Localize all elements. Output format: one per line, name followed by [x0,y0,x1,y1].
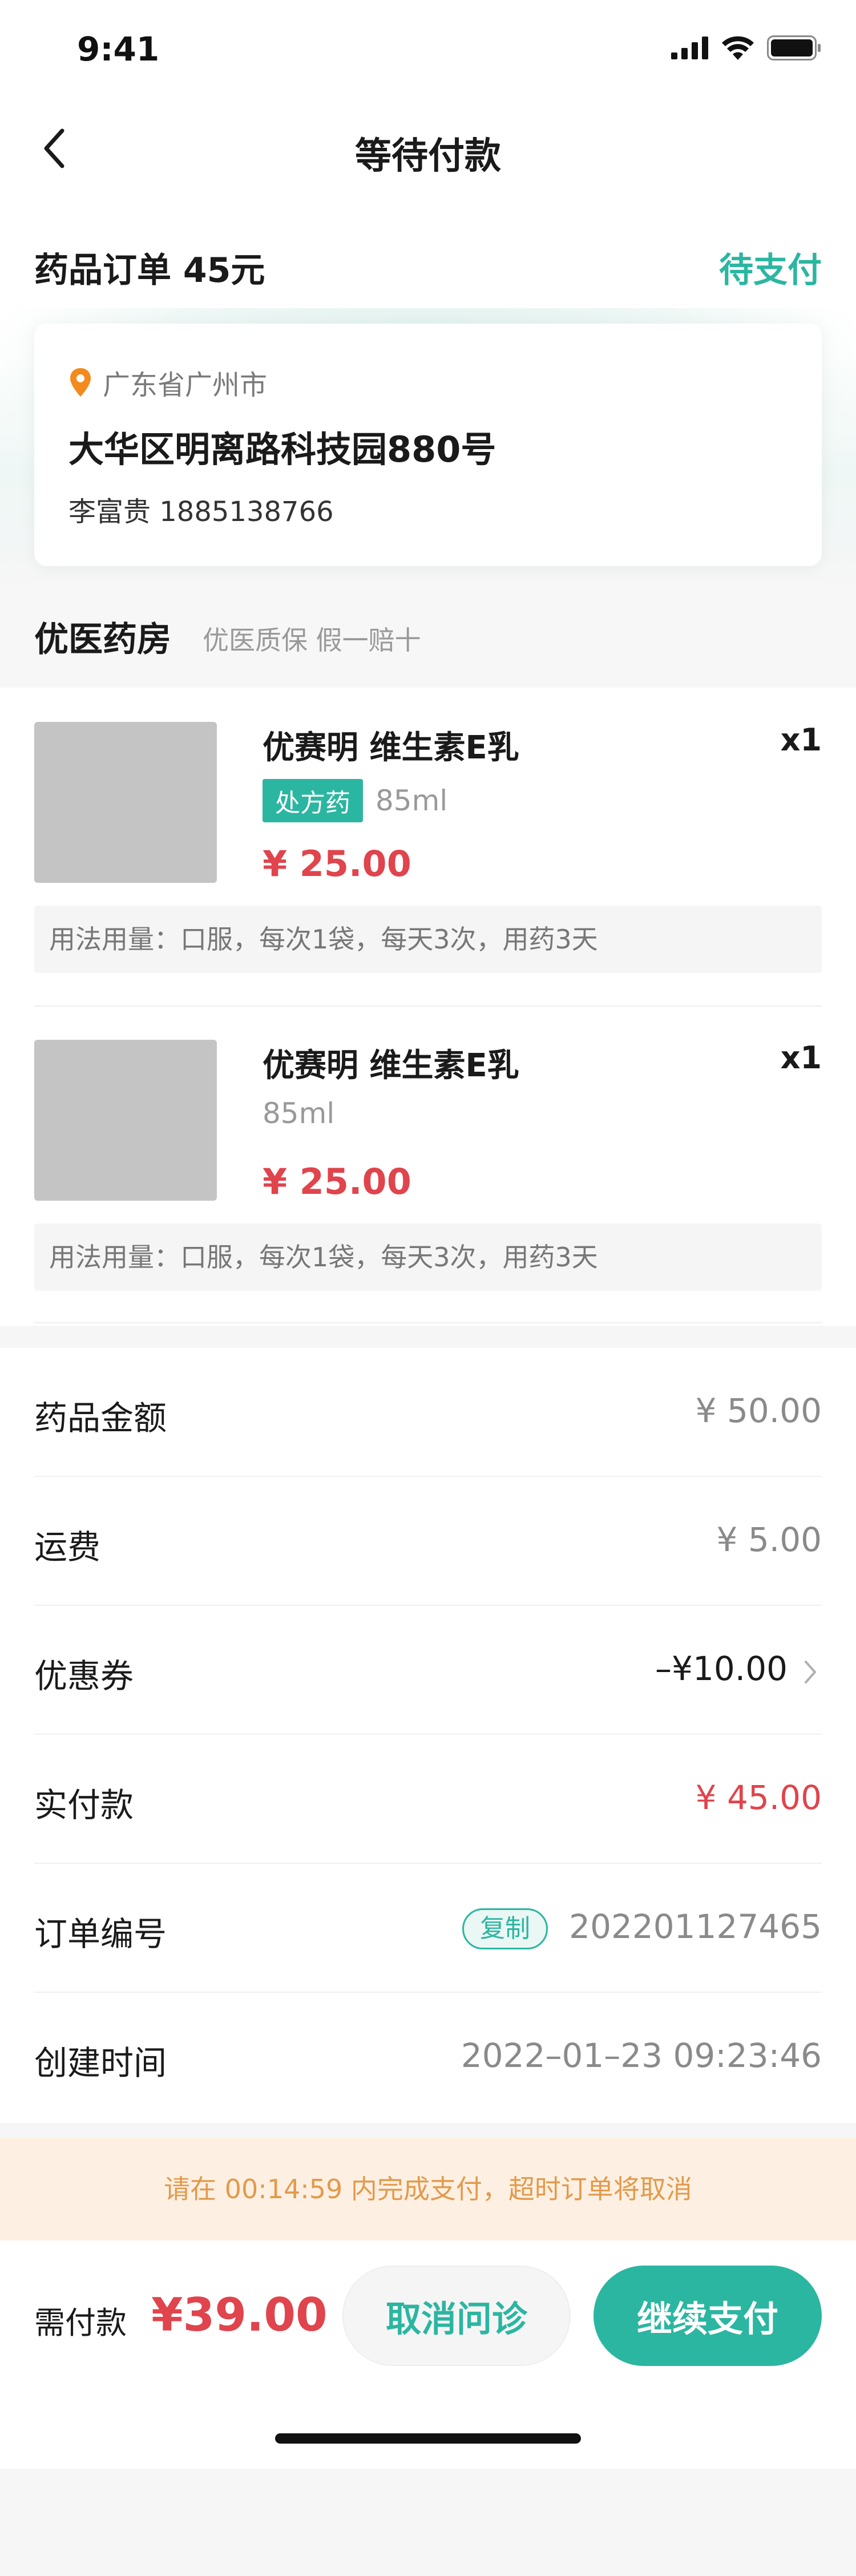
created-time-label: 创建时间 [34,2044,167,2082]
product-image [34,1040,217,1201]
pay-amount: ¥39.00 [151,2288,328,2341]
order-number-row: 订单编号 复制 202201127465 [34,1864,822,1993]
product-image [34,722,217,883]
copy-button[interactable]: 复制 [462,1908,548,1949]
footer-bar: 需付款 ¥39.00 取消问诊 继续支付 [0,2240,856,2469]
product-spec-row: 85ml [263,1097,334,1130]
product-quantity: x1 [780,1040,822,1076]
cancel-consultation-button[interactable]: 取消问诊 [342,2266,571,2366]
store-name: 优医药房 [34,620,171,660]
item-list: 优赛明 维生素E乳 x1 处方药 85ml ¥ 25.00 用法用量：口服，每次… [0,688,856,1326]
item-divider [34,1322,822,1323]
product-price: ¥ 25.00 [263,1161,411,1202]
continue-payment-button[interactable]: 继续支付 [593,2266,822,2366]
home-indicator[interactable] [275,2433,581,2444]
payment-timer-banner: 请在 00:14:59 内完成支付，超时订单将取消 [0,2138,856,2240]
address-card[interactable]: 广东省广州市 大华区明离路科技园880号 李富贵 1885138766 [34,324,822,566]
product-quantity: x1 [780,722,822,758]
drug-amount-row: 药品金额 ¥ 50.00 [34,1348,822,1477]
location-pin-icon [70,368,91,397]
order-status: 待支付 [719,251,822,290]
address-contact: 李富贵 1885138766 [68,496,334,528]
pay-label: 需付款 [34,2305,127,2341]
address-detail: 大华区明离路科技园880号 [68,429,496,470]
store-header: 优医药房 优医质保 假一赔十 [0,582,856,688]
order-number-value: 202201127465 [569,1907,822,1946]
battery-icon [767,35,821,60]
shipping-row: 运费 ¥ 5.00 [34,1477,822,1606]
status-bar: 9:41 [0,0,856,97]
chevron-right-icon [799,1655,822,1689]
list-item[interactable]: 优赛明 维生素E乳 x1 处方药 85ml ¥ 25.00 用法用量：口服，每次… [34,688,822,973]
paid-label: 实付款 [34,1786,134,1824]
order-number-label: 订单编号 [34,1915,167,1953]
shipping-label: 运费 [34,1528,101,1566]
product-name: 优赛明 维生素E乳 [263,729,519,766]
coupon-value: –¥10.00 [655,1649,788,1688]
product-usage: 用法用量：口服，每次1袋，每天3次，用药3天 [34,906,822,973]
status-icons [671,35,822,60]
list-item[interactable]: 优赛明 维生素E乳 x1 85ml ¥ 25.00 用法用量：口服，每次1袋，每… [34,1006,822,1291]
product-usage: 用法用量：口服，每次1袋，每天3次，用药3天 [34,1224,822,1291]
product-name: 优赛明 维生素E乳 [263,1047,519,1084]
product-spec: 85ml [263,1097,335,1130]
coupon-row[interactable]: 优惠券 –¥10.00 [34,1606,822,1735]
product-price: ¥ 25.00 [263,843,411,885]
prescription-badge: 处方药 [263,779,363,822]
shipping-value: ¥ 5.00 [716,1520,822,1559]
status-time: 9:41 [77,30,160,68]
wifi-icon [722,36,754,60]
order-title: 药品订单 45元 [34,251,265,290]
address-region-text: 广东省广州市 [103,369,268,401]
created-time-row: 创建时间 2022–01–23 09:23:46 [34,1993,822,2122]
address-region: 广东省广州市 [68,362,267,402]
product-spec: 85ml [375,784,448,817]
paid-row: 实付款 ¥ 45.00 [34,1735,822,1864]
order-summary: 药品金额 ¥ 50.00 运费 ¥ 5.00 优惠券 –¥10.00 实付款 ¥… [0,1348,856,2123]
nav-bar: 等待付款 [0,97,856,205]
product-spec-row: 处方药 85ml [263,779,447,822]
created-time-value: 2022–01–23 09:23:46 [461,2036,822,2075]
drug-amount-value: ¥ 50.00 [695,1391,822,1430]
store-guarantee-tag: 优医质保 假一赔十 [203,625,421,656]
page-title: 等待付款 [355,135,501,177]
signal-icon [671,37,708,59]
paid-value: ¥ 45.00 [695,1778,822,1817]
drug-amount-label: 药品金额 [34,1399,167,1438]
coupon-label: 优惠券 [34,1657,134,1695]
